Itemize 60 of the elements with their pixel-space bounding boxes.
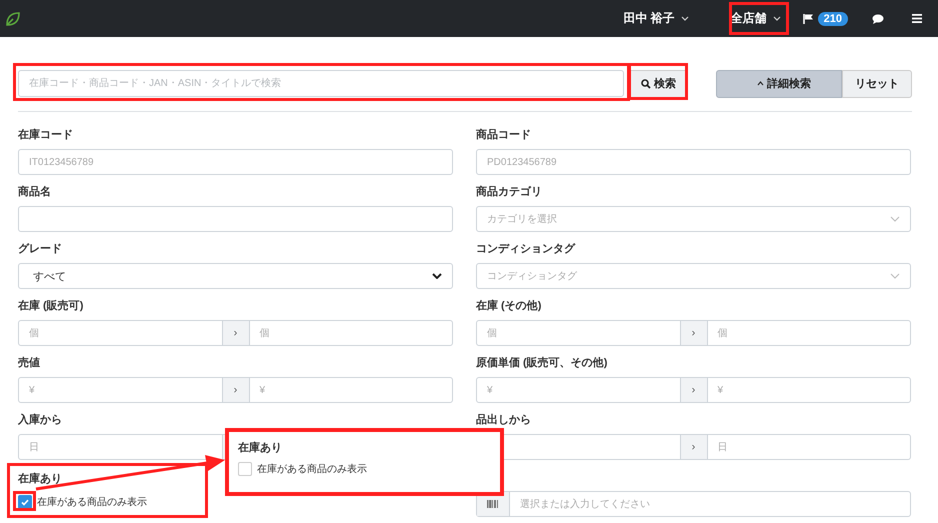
- range-separator: ›: [222, 320, 248, 346]
- field-label: 売値: [18, 356, 40, 370]
- field-label: 在庫 (その他): [476, 298, 542, 313]
- range-to-field[interactable]: 個: [248, 320, 453, 346]
- text-field[interactable]: IT0123456789: [18, 149, 453, 175]
- barcode-field[interactable]: 選択または入力してください: [476, 491, 911, 517]
- field-label: 在庫 (販売可): [18, 298, 84, 313]
- checkbox-label: 在庫がある商品のみ表示: [257, 462, 367, 476]
- search-icon: [641, 78, 651, 88]
- range-from-field[interactable]: ¥: [18, 377, 222, 403]
- field-label: 在庫あり: [18, 472, 62, 486]
- checkbox[interactable]: [238, 462, 252, 476]
- menu-icon[interactable]: [912, 14, 922, 23]
- field-label: 商品カテゴリ: [476, 184, 542, 199]
- range-separator: ›: [680, 377, 706, 403]
- field-label: コンディションタグ: [476, 242, 575, 256]
- range-to-field[interactable]: 日: [706, 434, 911, 460]
- select-field[interactable]: コンディションタグ: [476, 263, 911, 289]
- caret-icon: [680, 16, 689, 22]
- check-icon: [21, 498, 29, 506]
- user-menu[interactable]: 田中 裕子: [613, 0, 699, 37]
- chevron-down-icon: [890, 273, 900, 279]
- range-from-field[interactable]: 個: [476, 320, 680, 346]
- search-button[interactable]: 検索: [630, 70, 687, 98]
- field-label: 品出しから: [476, 412, 531, 427]
- select-field[interactable]: カテゴリを選択: [476, 206, 911, 232]
- range-separator: ›: [680, 434, 706, 460]
- range-from-field[interactable]: 個: [18, 320, 222, 346]
- field-label: グレード: [18, 242, 62, 256]
- flag-icon[interactable]: [802, 13, 814, 24]
- text-field[interactable]: [18, 206, 453, 232]
- range-from-field[interactable]: ¥: [476, 377, 680, 403]
- field-label: 入庫から: [18, 412, 62, 427]
- store-menu[interactable]: 全店舗: [720, 0, 791, 37]
- field-label: 在庫コード: [18, 128, 73, 142]
- range-to-field[interactable]: 個: [706, 320, 911, 346]
- range-from-field[interactable]: 日: [18, 434, 222, 460]
- checkbox-label: 在庫がある商品のみ表示: [37, 496, 147, 509]
- chat-bubble-icon[interactable]: [872, 14, 884, 24]
- range-to-field[interactable]: ¥: [248, 377, 453, 403]
- field-label: 商品名: [18, 184, 51, 199]
- range-separator: ›: [680, 320, 706, 346]
- chevron-down-icon: [432, 273, 442, 279]
- checkbox[interactable]: [18, 495, 32, 509]
- caret-icon: [772, 16, 781, 22]
- notification-badge: 210: [818, 12, 848, 26]
- select-field[interactable]: すべて: [18, 263, 453, 289]
- chevron-down-icon: [890, 216, 900, 222]
- range-separator: ›: [222, 377, 248, 403]
- field-label: 商品コード: [476, 128, 531, 142]
- reset-button[interactable]: リセット: [842, 70, 912, 98]
- text-field[interactable]: PD0123456789: [476, 149, 911, 175]
- highlight-frame: [729, 2, 789, 35]
- advanced-search-button[interactable]: 詳細検索: [716, 70, 842, 98]
- leaf-logo-icon[interactable]: [4, 10, 22, 28]
- search-field[interactable]: 在庫コード・商品コード・JAN・ASIN・タイトルで検索: [18, 70, 624, 97]
- range-to-field[interactable]: ¥: [706, 377, 911, 403]
- barcode-icon: [487, 500, 499, 508]
- field-label: 原価単価 (販売可、その他): [476, 356, 608, 370]
- field-label: 在庫あり: [238, 440, 282, 455]
